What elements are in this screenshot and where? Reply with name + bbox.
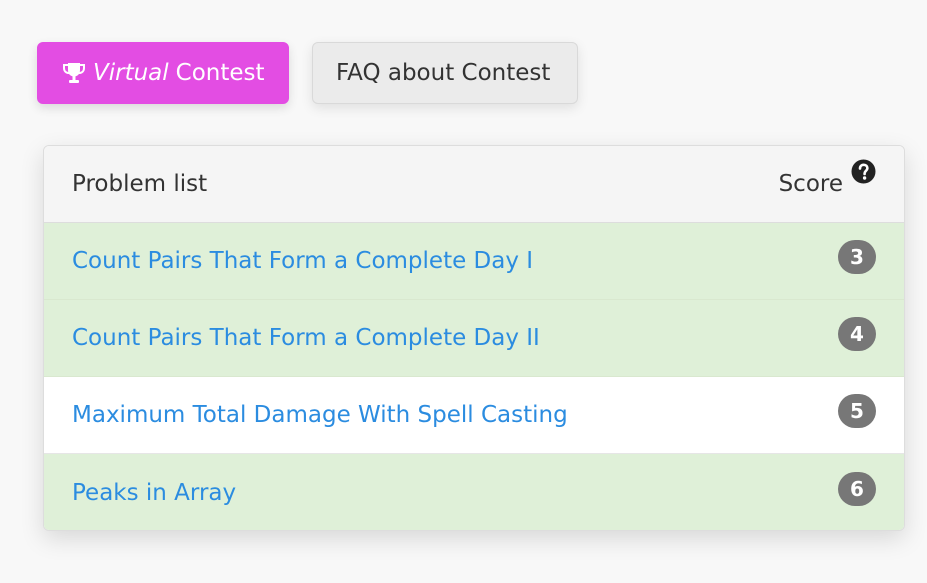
score-label: Score <box>778 171 843 197</box>
problem-row: Peaks in Array 6 <box>44 454 904 530</box>
contest-button-row: Virtual Contest FAQ about Contest <box>37 42 578 104</box>
virtual-contest-button[interactable]: Virtual Contest <box>37 42 289 104</box>
problem-list-header: Problem list Score <box>44 146 904 223</box>
problem-list-title: Problem list <box>72 171 208 197</box>
problem-link[interactable]: Count Pairs That Form a Complete Day II <box>72 325 540 351</box>
trophy-icon <box>61 60 87 86</box>
question-circle-icon[interactable] <box>851 159 876 184</box>
score-header: Score <box>778 159 876 197</box>
score-badge: 4 <box>838 317 876 351</box>
problem-row: Count Pairs That Form a Complete Day I 3 <box>44 223 904 300</box>
score-badge: 3 <box>838 240 876 274</box>
problem-link[interactable]: Maximum Total Damage With Spell Casting <box>72 402 568 428</box>
problem-row: Count Pairs That Form a Complete Day II … <box>44 300 904 377</box>
faq-button-label: FAQ about Contest <box>336 60 551 86</box>
virtual-word: Virtual <box>93 60 169 86</box>
contest-word: Contest <box>175 60 265 86</box>
problem-link[interactable]: Peaks in Array <box>72 480 236 506</box>
score-badge: 6 <box>838 471 876 506</box>
problem-link[interactable]: Count Pairs That Form a Complete Day I <box>72 248 533 274</box>
faq-about-contest-button[interactable]: FAQ about Contest <box>312 42 578 104</box>
score-badge: 5 <box>838 394 876 428</box>
problem-row: Maximum Total Damage With Spell Casting … <box>44 377 904 454</box>
problem-list-panel: Problem list Score Count Pairs That Form… <box>43 145 905 531</box>
